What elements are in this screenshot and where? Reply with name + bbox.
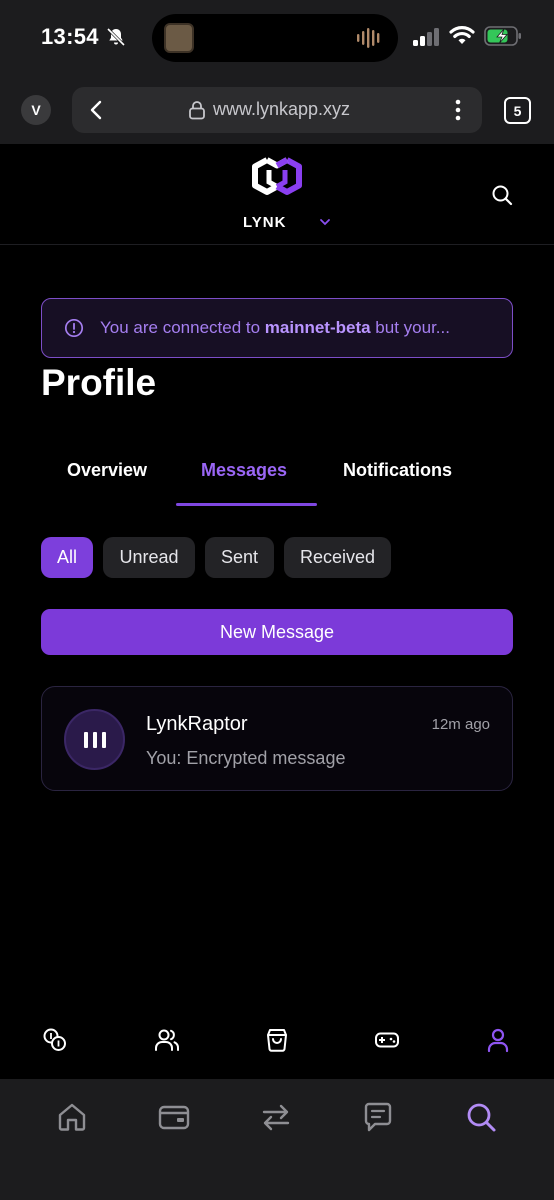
filter-received[interactable]: Received	[284, 537, 391, 578]
new-message-button[interactable]: New Message	[41, 609, 513, 655]
filter-unread[interactable]: Unread	[103, 537, 195, 578]
active-tab-indicator	[176, 503, 317, 506]
search-icon[interactable]	[465, 1101, 497, 1133]
bars-icon	[83, 731, 106, 748]
chat-icon[interactable]	[362, 1101, 394, 1133]
shopping-bag-icon[interactable]	[264, 1027, 290, 1053]
more-options-icon[interactable]	[448, 98, 468, 122]
tab-messages[interactable]: Messages	[201, 460, 287, 481]
conversation-preview: You: Encrypted message	[146, 748, 346, 768]
search-icon[interactable]	[491, 184, 513, 206]
tab-notifications[interactable]: Notifications	[343, 460, 452, 481]
network-name: mainnet-beta	[264, 318, 371, 337]
conversation-item[interactable]: LynkRaptor 12m ago You: Encrypted messag…	[41, 686, 513, 791]
media-artwork	[164, 23, 194, 53]
back-arrow-icon[interactable]	[86, 99, 108, 121]
network-warning-banner[interactable]: You are connected to mainnet-beta but yo…	[41, 298, 513, 358]
url-field[interactable]: www.lynkapp.xyz	[72, 87, 482, 133]
home-icon[interactable]	[56, 1101, 88, 1133]
audio-wave-icon	[357, 28, 380, 48]
battery-charging-icon	[484, 26, 521, 46]
user-icon[interactable]	[485, 1027, 511, 1053]
status-bar: 13:54	[0, 0, 554, 76]
filter-sent[interactable]: Sent	[205, 537, 274, 578]
wifi-icon	[449, 26, 475, 44]
conversation-time: 12m ago	[431, 716, 490, 733]
browser-address-bar: V www.lynkapp.xyz 5	[0, 76, 554, 144]
dynamic-island[interactable]	[152, 14, 398, 62]
wallet-icon[interactable]	[158, 1101, 190, 1133]
browser-bottom-toolbar	[0, 1079, 554, 1200]
info-circle-icon	[64, 318, 84, 338]
cellular-signal-icon	[413, 28, 439, 46]
swap-icon[interactable]	[260, 1101, 292, 1133]
url-text: www.lynkapp.xyz	[213, 99, 351, 119]
conversation-name: LynkRaptor	[146, 713, 248, 735]
filter-all[interactable]: All	[41, 537, 93, 578]
bell-muted-icon	[106, 27, 126, 47]
users-icon[interactable]	[154, 1027, 180, 1053]
tab-overview[interactable]: Overview	[67, 460, 147, 481]
tab-switcher-button[interactable]: 5	[504, 97, 531, 124]
coins-icon[interactable]	[42, 1027, 68, 1053]
profile-avatar-button[interactable]: V	[21, 95, 51, 125]
site-header: LYNK	[0, 144, 554, 245]
lynk-logo-icon[interactable]	[249, 156, 305, 196]
lock-icon	[189, 101, 205, 120]
status-time: 13:54	[41, 24, 99, 49]
chevron-down-icon[interactable]	[318, 217, 332, 227]
warning-text: You are connected to mainnet-beta but yo…	[100, 318, 450, 337]
gamepad-icon[interactable]	[374, 1027, 400, 1053]
brand-name[interactable]: LYNK	[243, 214, 286, 231]
avatar	[64, 709, 125, 770]
page-title: Profile	[41, 362, 157, 403]
